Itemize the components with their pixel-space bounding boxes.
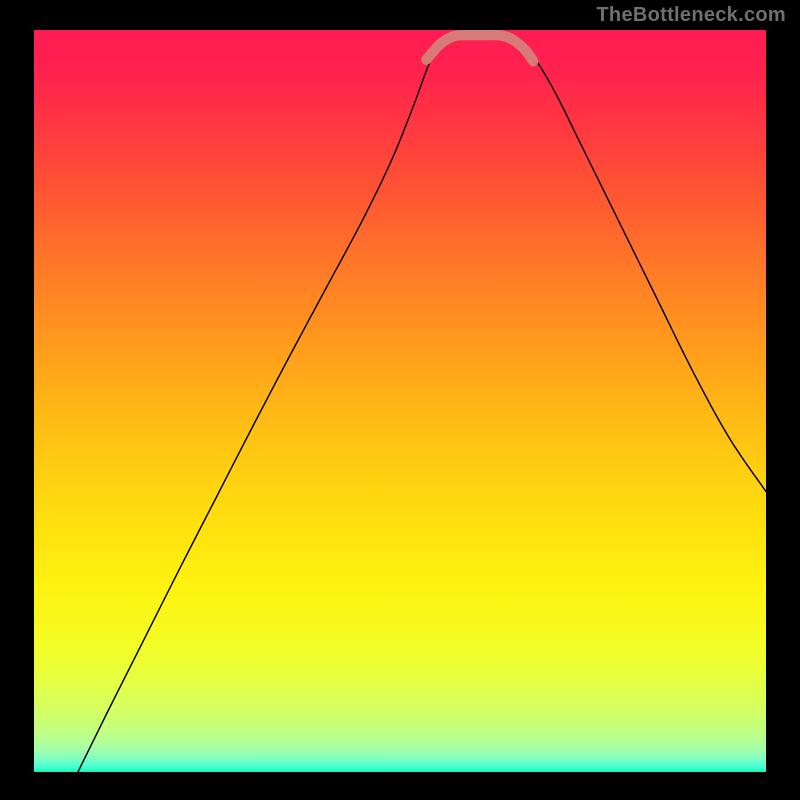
chart-svg [34,30,766,772]
watermark-text: TheBottleneck.com [596,4,786,27]
chart-plot-area [34,30,766,772]
app-frame: TheBottleneck.com [0,0,800,800]
